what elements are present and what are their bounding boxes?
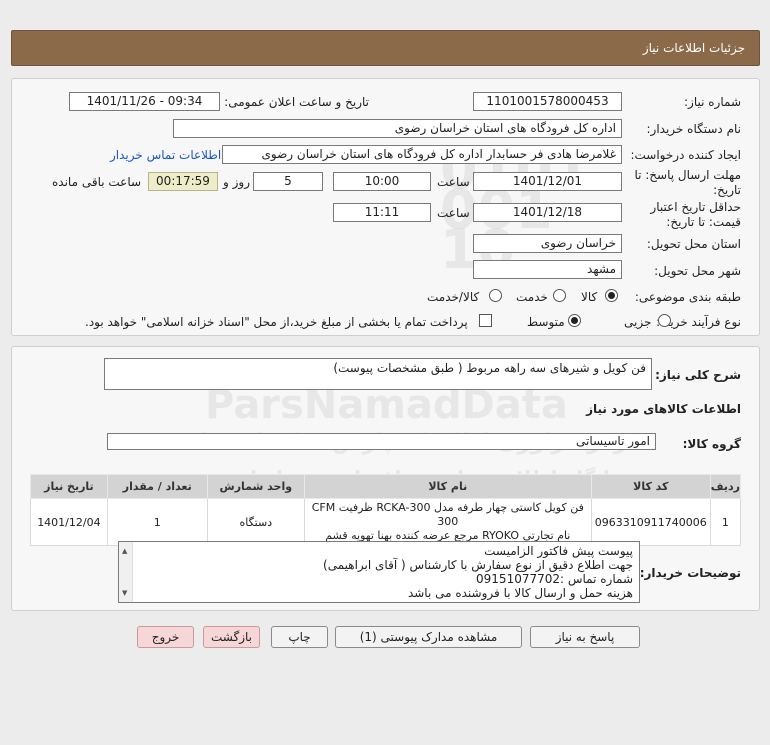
province-field: خراسان رضوی — [473, 234, 622, 253]
cell-row: 1 — [709, 498, 742, 546]
col-date: تاریخ نیاز — [30, 474, 108, 499]
announce-field: 1401/11/26 - 09:34 — [69, 92, 220, 111]
deadline-time-field: 10:00 — [333, 172, 431, 191]
notes-line-4: هزینه حمل و ارسال کالا با فروشنده می باش… — [407, 586, 633, 600]
col-qty: تعداد / مقدار — [106, 474, 208, 499]
col-unit: واحد شمارش — [206, 474, 305, 499]
cell-name: فن کویل کاستی چهار طرفه مدل RCKA-300 ظرف… — [303, 498, 592, 546]
notes-line-2: جهت اطلاع دقیق از نوع سفارش با کارشناس (… — [323, 558, 633, 572]
buyer-org-label: نام دستگاه خریدار: — [646, 122, 742, 136]
remaining-time-field: 00:17:59 — [148, 172, 218, 191]
requester-label: ایجاد کننده درخواست: — [630, 148, 741, 162]
days-field: 5 — [253, 172, 323, 191]
reply-button[interactable]: پاسخ به نیاز — [530, 626, 640, 648]
validity-label: حداقل تاریخ اعتبار — [650, 200, 741, 214]
cell-qty: 1 — [106, 498, 208, 546]
notes-field[interactable]: ▲ ▼ پیوست پیش فاکتور الزامیست جهت اطلاع … — [118, 541, 640, 603]
page-title: جزئیات اطلاعات نیاز — [642, 41, 745, 55]
page-header: جزئیات اطلاعات نیاز — [11, 30, 760, 66]
goods-table-header: ردیف کد کالا نام کالا واحد شمارش تعداد /… — [30, 474, 742, 499]
buyer-contact-link[interactable]: اطلاعات تماس خریدار — [110, 148, 221, 162]
deadline-label: مهلت ارسال پاسخ: تا — [634, 168, 741, 182]
goods-table: ردیف کد کالا نام کالا واحد شمارش تعداد /… — [30, 474, 742, 546]
back-button[interactable]: بازگشت — [203, 626, 260, 648]
notes-label: توضیحات خریدار: — [639, 566, 741, 580]
goods-info-title: اطلاعات کالاهای مورد نیاز — [586, 402, 741, 416]
process-radio-minor[interactable] — [658, 314, 671, 327]
description-label: شرح کلی نیاز: — [655, 368, 741, 382]
notes-scrollbar[interactable]: ▲ ▼ — [119, 542, 133, 602]
table-row: 1 0963310911740006 فن کویل کاستی چهار طر… — [30, 498, 742, 546]
description-field: فن کویل و شیرهای سه راهه مربوط ( طبق مشخ… — [104, 358, 652, 390]
notes-line-3: شماره تماس :09151077702 — [476, 572, 633, 586]
validity-time-label: ساعت — [437, 206, 470, 220]
goods-group-field: امور تاسیساتی — [107, 433, 656, 450]
col-code: کد کالا — [590, 474, 711, 499]
process-radio-medium[interactable] — [568, 314, 581, 327]
city-label: شهر محل تحویل: — [654, 264, 741, 278]
scroll-up-icon[interactable]: ▲ — [122, 544, 127, 558]
category-label: طبقه بندی موضوعی: — [634, 290, 741, 304]
cell-name-line-1: فن کویل کاستی چهار طرفه مدل RCKA-300 ظرف… — [311, 501, 584, 528]
category-radio-goods[interactable] — [605, 289, 618, 302]
days-label: روز و — [223, 175, 250, 189]
province-label: استان محل تحویل: — [646, 237, 741, 251]
validity-time-field: 11:11 — [333, 203, 431, 222]
deadline-time-label: ساعت — [437, 175, 470, 189]
process-option-medium: متوسط — [527, 315, 565, 329]
category-option-service: خدمت — [516, 290, 548, 304]
cell-unit: دستگاه — [206, 498, 305, 546]
cell-date: 1401/12/04 — [30, 498, 108, 546]
process-option-minor: جزیی — [624, 315, 652, 329]
goods-group-label: گروه کالا: — [682, 437, 741, 451]
view-attachments-button[interactable]: مشاهده مدارک پیوستی (1) — [335, 626, 522, 648]
buyer-org-field: اداره کل فرودگاه های استان خراسان رضوی — [173, 119, 622, 138]
deadline-label-date: تاریخ: — [713, 183, 741, 197]
category-radio-goods-service[interactable] — [489, 289, 502, 302]
category-option-goods-service: کالا/خدمت — [427, 290, 480, 304]
notes-line-1: پیوست پیش فاکتور الزامیست — [484, 544, 633, 558]
deadline-date-field: 1401/12/01 — [473, 172, 622, 191]
col-row: ردیف — [709, 474, 742, 499]
announce-label: تاریخ و ساعت اعلان عمومی: — [224, 95, 369, 109]
need-number-field: 1101001578000453 — [473, 92, 622, 111]
cell-code: 0963310911740006 — [590, 498, 711, 546]
col-name: نام کالا — [303, 474, 592, 499]
need-number-label: شماره نیاز: — [684, 95, 741, 109]
exit-button[interactable]: خروج — [137, 626, 194, 648]
category-radio-service[interactable] — [553, 289, 566, 302]
category-option-goods: کالا — [581, 290, 598, 304]
city-field: مشهد — [473, 260, 622, 279]
treasury-payment-note: پرداخت تمام یا بخشی از مبلغ خرید،از محل … — [85, 315, 468, 329]
remaining-label: ساعت باقی مانده — [52, 175, 142, 189]
validity-label-date: قیمت: تا تاریخ: — [666, 215, 741, 229]
treasury-payment-checkbox[interactable] — [479, 314, 492, 327]
validity-date-field: 1401/12/18 — [473, 203, 622, 222]
requester-field: غلامرضا هادی فر حسابدار اداره کل فرودگاه… — [222, 145, 622, 164]
scroll-down-icon[interactable]: ▼ — [122, 586, 127, 600]
print-button[interactable]: چاپ — [271, 626, 328, 648]
